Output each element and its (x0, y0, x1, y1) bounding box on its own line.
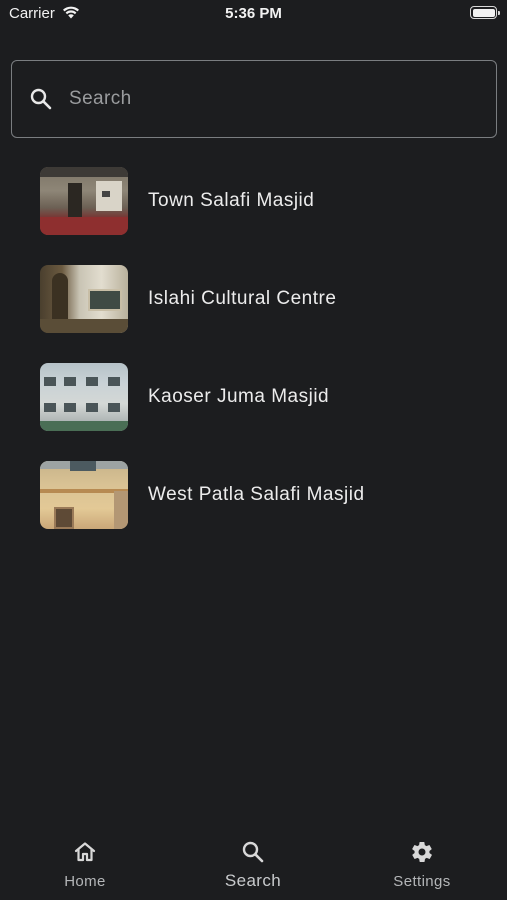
search-icon (242, 841, 264, 863)
tab-search-label: Search (224, 871, 282, 890)
masjid-thumbnail (40, 461, 128, 529)
status-bar: Carrier 5:36 PM (0, 0, 507, 30)
masjid-name: Islahi Cultural Centre (148, 288, 337, 309)
tab-search[interactable]: Search (203, 828, 303, 900)
tab-home-label: Home (64, 873, 106, 890)
clock: 5:36 PM (225, 5, 282, 22)
tab-bar: Home Search Settings (0, 828, 507, 900)
list-item-kaoser-juma-masjid[interactable]: Kaoser Juma Masjid (0, 356, 507, 454)
tab-settings[interactable]: Settings (372, 828, 472, 900)
masjid-name: West Patla Salafi Masjid (148, 484, 365, 505)
home-icon (74, 842, 96, 862)
masjid-list: Town Salafi Masjid Islahi Cultural Centr… (0, 160, 507, 552)
gear-icon (412, 841, 432, 863)
tab-home[interactable]: Home (35, 828, 135, 900)
tab-settings-label: Settings (393, 873, 451, 890)
list-item-west-patla-salafi-masjid[interactable]: West Patla Salafi Masjid (0, 454, 507, 552)
search-icon (30, 88, 52, 110)
search-bar[interactable] (11, 60, 497, 138)
masjid-thumbnail (40, 265, 128, 333)
masjid-thumbnail (40, 363, 128, 431)
list-item-islahi-cultural-centre[interactable]: Islahi Cultural Centre (0, 258, 507, 356)
battery-icon (470, 6, 500, 19)
masjid-name: Kaoser Juma Masjid (148, 386, 330, 407)
masjid-name: Town Salafi Masjid (148, 190, 315, 211)
search-input[interactable] (69, 81, 469, 117)
list-item-town-salafi-masjid[interactable]: Town Salafi Masjid (0, 160, 507, 258)
masjid-thumbnail (40, 167, 128, 235)
